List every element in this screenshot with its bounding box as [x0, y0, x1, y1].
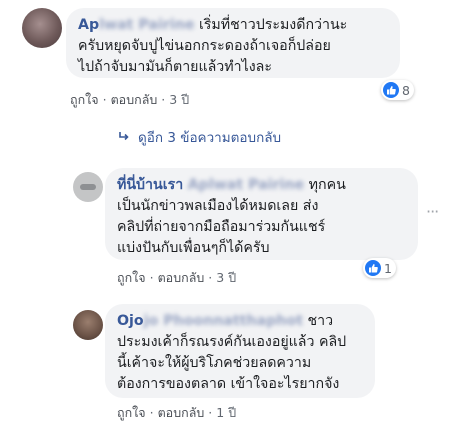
comment-time[interactable]: 3 ปี [169, 92, 189, 107]
comment-text-line: ครับหยุดจับปูไข่นอกกระดองถ้าเจอก็ปล่อย [78, 38, 331, 54]
comment-text: เริ่มที่ชาวประมงดีกว่านะ [194, 17, 348, 33]
comment-text-line: แบ่งปันกับเพื่อนๆก็ได้ครับ [117, 240, 270, 256]
comment-author[interactable]: Ojo [117, 313, 144, 329]
comment-actions: ถูกใจ · ตอบกลับ · 3 ปี [70, 92, 190, 107]
reaction-count: 1 [384, 260, 392, 276]
reaction-summary[interactable]: 1 [363, 258, 396, 278]
comment-text: ทุกคน [304, 177, 346, 193]
view-more-replies[interactable]: ดูอีก 3 ข้อความตอบกลับ [118, 126, 281, 148]
comment-time[interactable]: 1 ปี [216, 405, 236, 420]
comment-author-blurred[interactable]: lwat Pairine [99, 17, 194, 33]
reply-link[interactable]: ตอบกลับ [111, 92, 158, 107]
reply-link[interactable]: ตอบกลับ [158, 270, 205, 285]
comment-actions: ถูกใจ · ตอบกลับ · 3 ปี [117, 270, 237, 285]
comment-bubble: ที่นี่บ้านเรา Aplwat Pairine ทุกคน เป็นน… [105, 168, 418, 260]
like-icon [383, 82, 399, 98]
comment-text-line: เป็นนักข่าวพลเมืองได้หมดเลย ส่ง [117, 198, 319, 214]
avatar[interactable] [73, 172, 103, 202]
comment-author[interactable]: Ap [78, 17, 99, 33]
comment-time[interactable]: 3 ปี [216, 270, 236, 285]
comment-bubble: Ojojo Phoonnatthaphot ชาว ประมงเค้าก็รณร… [105, 304, 375, 398]
comment-author[interactable]: ที่นี่บ้านเรา [117, 177, 183, 193]
comment-text-line: นี้เค้าจะให้ผู้บริโภคช่วยลดความ [117, 355, 312, 371]
reaction-count: 8 [402, 82, 410, 98]
view-more-replies-label: ดูอีก 3 ข้อความตอบกลับ [138, 130, 282, 146]
reaction-summary[interactable]: 8 [381, 80, 414, 100]
reply-link[interactable]: ตอบกลับ [158, 405, 205, 420]
comment-text: ชาว [303, 313, 334, 329]
avatar[interactable] [22, 8, 62, 48]
more-options-icon[interactable]: ··· [426, 202, 439, 221]
like-link[interactable]: ถูกใจ [117, 270, 146, 285]
comment-author-blurred[interactable]: jo Phoonnatthaphot [144, 313, 303, 329]
like-link[interactable]: ถูกใจ [117, 405, 146, 420]
comment-actions: ถูกใจ · ตอบกลับ · 1 ปี [117, 405, 237, 420]
page-logo-icon [80, 184, 96, 190]
avatar[interactable] [73, 310, 103, 340]
reply-arrow-icon [119, 132, 129, 141]
tagged-user[interactable]: Aplwat Pairine [188, 177, 304, 193]
comment-text-line: คลิปที่ถ่ายจากมือถือมาร่วมกันแชร์ [117, 219, 326, 235]
comment-text-line: ไปถ้าจับมามันก็ตายแล้วทำไงละ [78, 59, 272, 75]
comment-text-line: ต้องการของตลาด เข้าใจอะไรยากจัง [117, 376, 340, 392]
comment-bubble: Aplwat Pairine เริ่มที่ชาวประมงดีกว่านะ … [66, 8, 400, 78]
like-icon [365, 260, 381, 276]
like-link[interactable]: ถูกใจ [70, 92, 99, 107]
comment-text-line: ประมงเค้าก็รณรงค์กันเองอยู่แล้ว คลิป [117, 334, 347, 350]
